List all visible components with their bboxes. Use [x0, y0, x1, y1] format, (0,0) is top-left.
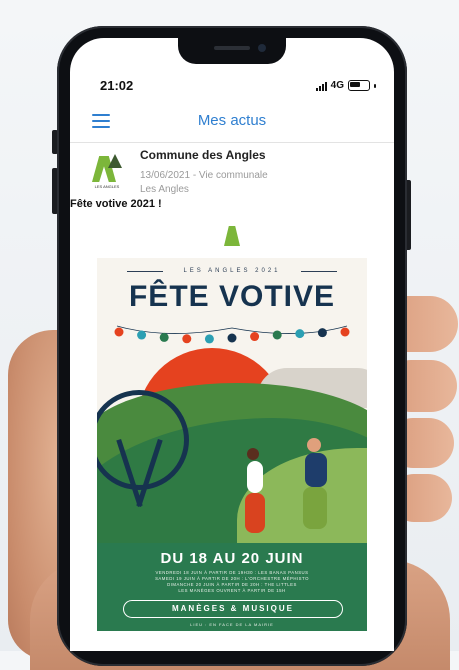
garland-bulb: [159, 332, 169, 342]
garland-bulb: [114, 327, 124, 337]
dancer-figure: [245, 493, 265, 533]
poster-subtitle: LES ANGLES 2021: [183, 268, 281, 274]
battery-tip: [374, 83, 376, 88]
signal-icon: [315, 81, 327, 91]
post-title: Fête votive 2021 !: [70, 198, 162, 210]
status-time: 21:02: [100, 78, 134, 93]
garland-bulb: [317, 328, 327, 338]
front-camera: [258, 44, 266, 52]
network-type: 4G: [330, 80, 344, 91]
poster-title: FÊTE VOTIVE: [128, 280, 336, 313]
garland-bulb: [204, 334, 214, 344]
garland-icon: [114, 325, 350, 344]
battery-icon: [348, 80, 370, 91]
dancer-figure: [247, 461, 263, 493]
logo-text: LES ANGLES: [94, 184, 120, 189]
garland-bulb: [227, 333, 237, 343]
status-indicators: 4G: [315, 80, 376, 91]
garland-bulb: [137, 330, 147, 340]
speaker-grille: [214, 46, 250, 50]
poster-footer: LIEU : EN FACE DE LA MAIRIE: [190, 622, 274, 627]
page-title: Mes actus: [197, 112, 267, 129]
post-header[interactable]: LES ANGLES Commune des Angles 13/06/2021…: [70, 144, 394, 204]
dancer-figure: [307, 438, 321, 452]
event-poster[interactable]: LES ANGLES 2021 FÊTE VOTIVE DU 18 AU 20 …: [97, 258, 367, 631]
garland-bulb: [182, 334, 192, 344]
commune-logo-small: [224, 226, 240, 246]
post-meta: 13/06/2021 - Vie communale: [140, 170, 268, 181]
garland-bulb: [250, 332, 260, 342]
garland-bulb: [272, 330, 282, 340]
garland-bulb: [340, 327, 350, 337]
phone-screen: 21:02 4G Mes actus LES ANGLES Commune de…: [70, 38, 394, 651]
post-organization: Commune des Angles: [140, 148, 266, 162]
dancer-figure: [247, 448, 259, 460]
program-line: LES MANÈGES OUVRENT À PARTIR DE 15H: [178, 588, 286, 593]
app-bar: Mes actus: [70, 104, 394, 143]
post-location: Les Angles: [140, 184, 189, 195]
poster-program: VENDREDI 18 JUIN À PARTIR DE 19H30 : LES…: [97, 570, 367, 594]
poster-dates: DU 18 AU 20 JUIN: [160, 550, 304, 567]
status-bar: 21:02 4G: [70, 78, 394, 98]
poster-banner: MANÈGES & MUSIQUE: [123, 600, 343, 618]
garland-bulb: [295, 329, 305, 339]
dancer-figure: [305, 453, 327, 487]
notch: [178, 38, 286, 64]
dancer-figure: [303, 487, 327, 529]
commune-logo: LES ANGLES: [88, 152, 126, 190]
